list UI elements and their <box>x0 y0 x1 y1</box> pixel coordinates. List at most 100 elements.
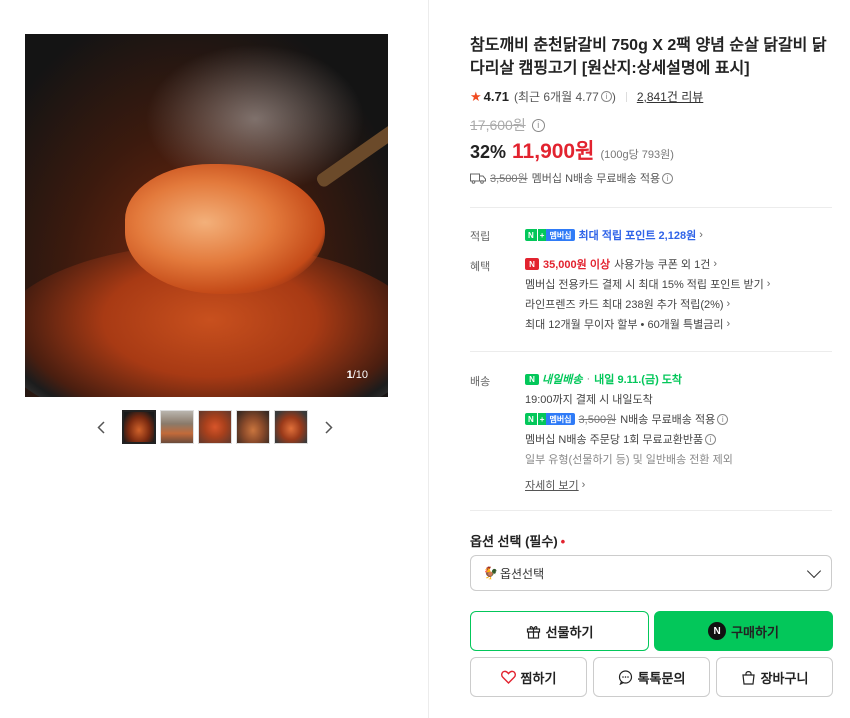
review-count-link[interactable]: 2,841건 리뷰 <box>637 88 703 105</box>
info-icon[interactable]: i <box>662 172 674 184</box>
tomorrow-badge-text: 내일배송 <box>542 374 583 386</box>
arrival-date: 내일 9.11.(금) 도착 <box>594 374 683 386</box>
required-mark: • <box>560 534 566 549</box>
detail-line[interactable]: 자세히 보기 › <box>525 475 733 495</box>
delivery-section: N 내일배송 · 내일 9.11.(금) 도착 19:00까지 결제 시 내일도착… <box>525 369 733 495</box>
gift-icon <box>526 624 541 639</box>
delivery-fee: 3,500원 <box>578 414 617 426</box>
delivery-fee-text: N배송 무료배송 적용 <box>620 414 716 426</box>
badge-plus: + <box>536 413 547 425</box>
delivery-fee-line: N + 멤버십 3,500원 N배송 무료배송 적용 i <box>525 409 733 429</box>
unit-price: (100g당 793원) <box>600 149 674 161</box>
info-icon[interactable]: i <box>705 433 717 445</box>
chevron-right-icon: › <box>726 298 731 310</box>
divider <box>470 351 832 352</box>
point-line[interactable]: N + 멤버십 최대 적립 포인트 2,128원 › <box>525 225 703 245</box>
chevron-down-icon <box>806 563 822 578</box>
chicken-icon: 🐓 <box>483 566 498 580</box>
coupon-text: 사용가능 쿠폰 외 1건 <box>614 259 711 271</box>
cutoff-text: 19:00까지 결제 시 내일도착 <box>525 394 653 406</box>
badge-n: N <box>525 413 537 425</box>
exchange-line: 멤버십 N배송 주문당 1회 무료교환반품 i <box>525 429 733 449</box>
divider <box>625 91 627 102</box>
membership-badge: N + 멤버십 <box>525 229 575 241</box>
info-icon[interactable]: i <box>531 118 545 132</box>
benefit-label: 혜택 <box>470 261 491 273</box>
info-icon[interactable]: i <box>600 91 612 102</box>
photo-counter-total: /10 <box>352 369 368 381</box>
talk-button[interactable]: 톡톡문의 <box>593 657 710 697</box>
gift-label: 선물하기 <box>545 624 594 640</box>
divider <box>470 207 832 208</box>
delivery-label: 배송 <box>470 376 491 388</box>
thumbnail-4[interactable] <box>236 410 270 444</box>
star-icon: ★ <box>470 88 482 104</box>
talk-label: 톡톡문의 <box>637 670 686 686</box>
chevron-right-icon: › <box>713 258 717 270</box>
thumbnail-1[interactable] <box>122 410 156 444</box>
photo-food <box>125 164 325 294</box>
gift-button[interactable]: 선물하기 <box>470 611 649 651</box>
rating-score: 4.71 <box>483 89 509 104</box>
linefriends-text: 라인프렌즈 카드 최대 238원 추가 적립(2%) <box>525 299 724 311</box>
truck-icon <box>470 173 486 184</box>
detail-link[interactable]: 자세히 보기 <box>525 477 579 493</box>
sale-price: 11,900원 <box>512 140 595 163</box>
column-divider <box>428 0 429 718</box>
option-select[interactable]: 🐓 옵션선택 <box>470 555 832 591</box>
info-icon[interactable]: i <box>717 413 729 425</box>
original-price-row: 17,600원 i <box>470 115 545 135</box>
tomorrow-line: N 내일배송 · 내일 9.11.(금) 도착 <box>525 369 733 389</box>
heart-icon <box>500 670 516 684</box>
badge-plus: + <box>536 229 547 241</box>
chevron-right-icon[interactable] <box>320 410 338 444</box>
arrival-dot: · <box>586 373 591 385</box>
divider <box>470 510 832 511</box>
product-title: 참도깨비 춘천닭갈비 750g X 2팩 양념 순살 닭갈비 닭다리살 캠핑고기… <box>470 37 827 77</box>
installment-line[interactable]: 최대 12개월 무이자 할부 • 60개월 특별금리 › <box>525 314 770 334</box>
chevron-right-icon: › <box>766 278 771 290</box>
thumbnail-strip <box>92 410 338 444</box>
card-point-text: 멤버십 전용카드 결제 시 최대 15% 적립 포인트 받기 <box>525 279 764 291</box>
main-product-photo[interactable]: 1/10 <box>25 34 388 397</box>
thumbnail-3[interactable] <box>198 410 232 444</box>
shopping-bag-icon <box>741 670 756 685</box>
chevron-right-icon: › <box>581 479 586 491</box>
shipping-summary: 3,500원 멤버십 N배송 무료배송 적용 i <box>470 170 674 186</box>
coupon-icon: N <box>525 258 539 270</box>
benefit-section: N 35,000원 이상 사용가능 쿠폰 외 1건 › 멤버십 전용카드 결제 … <box>525 254 770 334</box>
cart-label: 장바구니 <box>760 670 809 686</box>
chevron-left-icon[interactable] <box>92 410 110 444</box>
shipping-fee: 3,500원 <box>490 173 528 185</box>
badge-membership: 멤버십 <box>546 229 575 241</box>
linefriends-line[interactable]: 라인프렌즈 카드 최대 238원 추가 적립(2%) › <box>525 294 770 314</box>
rating-recent-close: ) <box>611 89 616 104</box>
thumbnail-5[interactable] <box>274 410 308 444</box>
coupon-amount: 35,000원 이상 <box>543 259 611 271</box>
tomorrow-delivery-badge: N 내일배송 <box>525 371 582 387</box>
point-label: 적립 <box>470 231 491 243</box>
card-point-line[interactable]: 멤버십 전용카드 결제 시 최대 15% 적립 포인트 받기 › <box>525 274 770 294</box>
buy-button[interactable]: N 구매하기 <box>654 611 833 651</box>
point-section: N + 멤버십 최대 적립 포인트 2,128원 › <box>525 225 703 245</box>
npay-icon: N <box>708 622 727 640</box>
chat-bubble-icon <box>618 669 633 685</box>
badge-n: N <box>525 229 537 241</box>
membership-badge: N + 멤버십 <box>525 413 575 425</box>
option-label-text: 옵션 선택 (필수) <box>470 534 558 549</box>
wish-label: 찜하기 <box>520 670 557 686</box>
coupon-line[interactable]: N 35,000원 이상 사용가능 쿠폰 외 1건 › <box>525 254 770 274</box>
shipping-text: 멤버십 N배송 무료배송 적용 <box>531 173 661 185</box>
installment-text: 최대 12개월 무이자 할부 • 60개월 특별금리 <box>525 319 724 331</box>
chevron-right-icon: › <box>699 229 703 241</box>
rating-recent: (최근 6개월 4.77 <box>513 90 599 104</box>
cart-button[interactable]: 장바구니 <box>716 657 833 697</box>
thumbnail-2[interactable] <box>160 410 194 444</box>
buy-label: 구매하기 <box>731 624 779 640</box>
exclusion-line: 일부 유형(선물하기 등) 및 일반배송 전환 제외 <box>525 449 733 469</box>
badge-membership: 멤버십 <box>546 413 575 425</box>
photo-counter: 1/10 <box>347 369 368 381</box>
chevron-right-icon: › <box>726 318 731 330</box>
price-row: 32% 11,900원 (100g당 793원) <box>470 135 674 165</box>
wish-button[interactable]: 찜하기 <box>470 657 587 697</box>
